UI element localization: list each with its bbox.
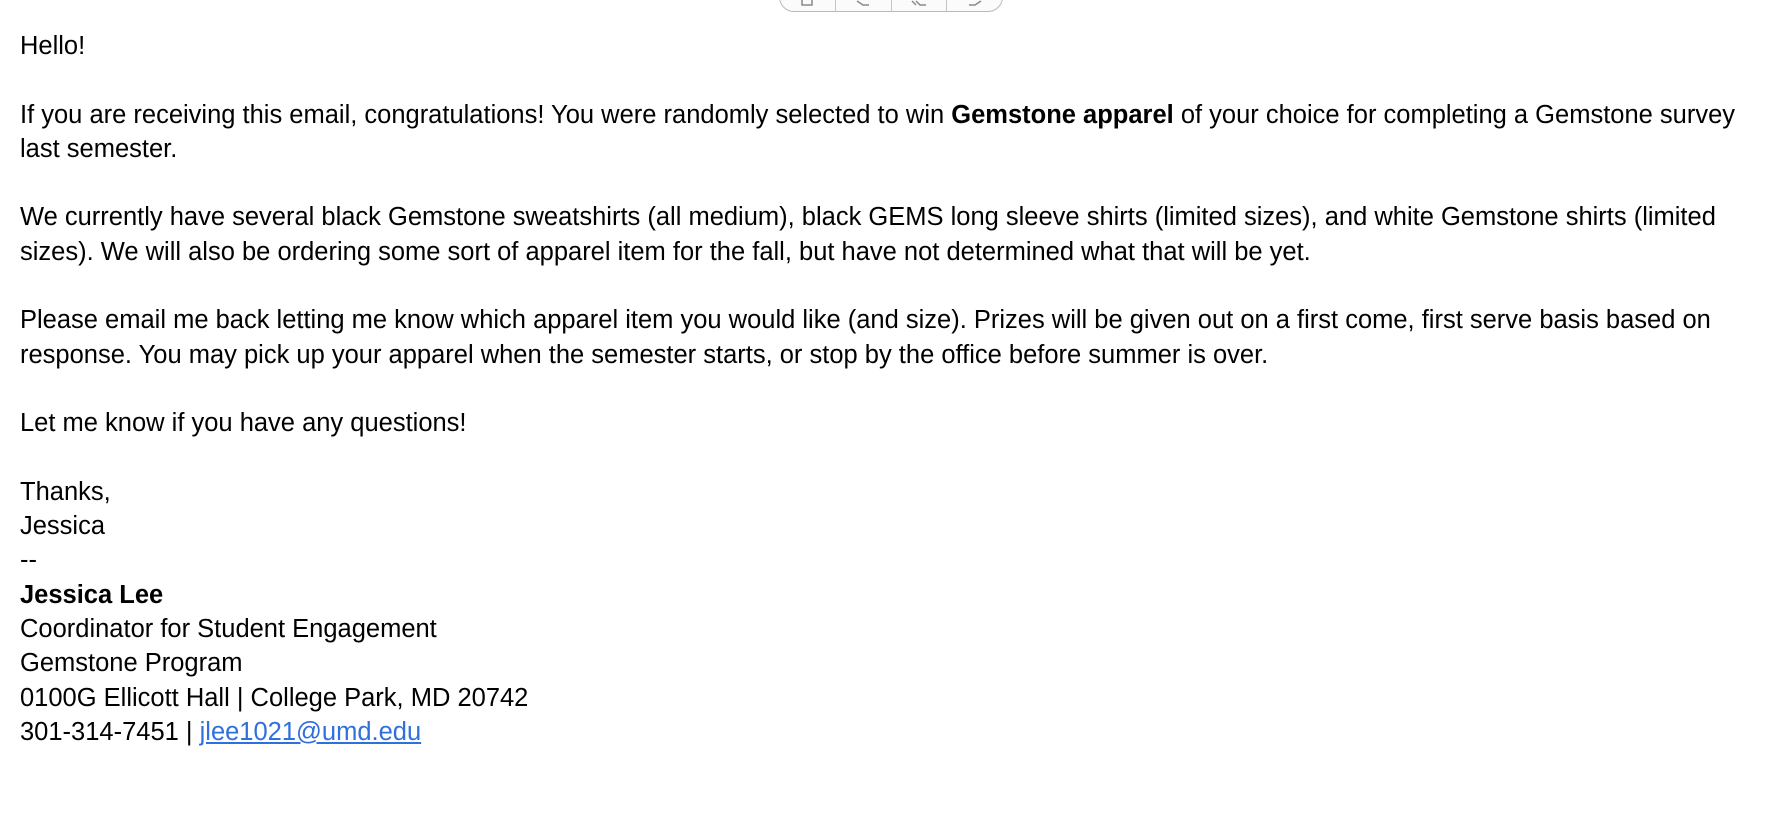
reply-all-icon <box>910 0 928 7</box>
email-body: Hello! If you are receiving this email, … <box>20 29 1760 749</box>
signature-address: 0100G Ellicott Hall | College Park, MD 2… <box>20 683 529 712</box>
signature-contact: 301-314-7451 | jlee1021@umd.edu <box>20 715 1760 749</box>
reply-button[interactable] <box>836 0 892 11</box>
signature: Jessica Lee Coordinator for Student Enga… <box>20 578 1760 749</box>
message-hover-toolbar <box>779 0 1003 12</box>
paragraph-instructions: Please email me back letting me know whi… <box>20 306 1711 369</box>
signature-email-link[interactable]: jlee1021@umd.edu <box>200 718 422 746</box>
sender-first-name: Jessica <box>20 512 106 541</box>
signature-phone: 301-314-7451 | <box>20 717 200 746</box>
delete-button[interactable] <box>780 0 836 11</box>
signature-separator: -- <box>20 546 37 575</box>
paragraph-questions: Let me know if you have any questions! <box>20 409 467 438</box>
paragraph-prize: If you are receiving this email, congrat… <box>20 98 1760 167</box>
signature-program: Gemstone Program <box>20 649 243 678</box>
trash-icon <box>799 0 815 7</box>
signoff-block: Thanks, Jessica -- Jessica Lee Coordinat… <box>20 475 1760 749</box>
reply-all-button[interactable] <box>892 0 948 11</box>
signature-name: Jessica Lee <box>20 580 164 609</box>
paragraph-inventory: We currently have several black Gemstone… <box>20 203 1716 266</box>
forward-icon <box>967 0 983 7</box>
reply-icon <box>855 0 871 7</box>
paragraph-prize-text-start: If you are receiving this email, congrat… <box>20 100 952 129</box>
forward-button[interactable] <box>947 0 1002 11</box>
greeting: Hello! <box>20 32 86 60</box>
signature-title: Coordinator for Student Engagement <box>20 615 437 644</box>
closing: Thanks, <box>20 477 111 506</box>
prize-highlight: Gemstone apparel <box>951 100 1174 129</box>
